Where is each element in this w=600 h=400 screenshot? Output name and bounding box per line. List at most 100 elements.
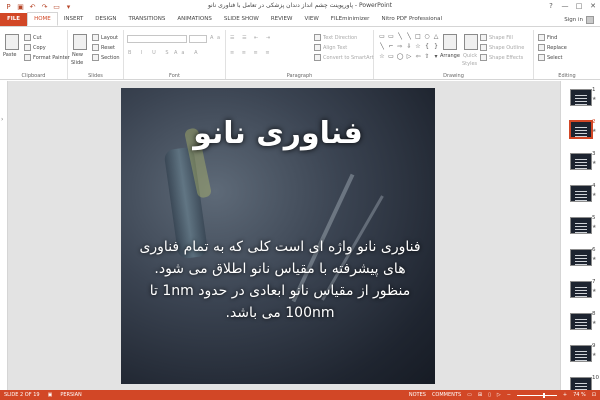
zoom-level[interactable]: 74 % xyxy=(573,392,586,398)
tab-file[interactable]: FILE xyxy=(0,13,28,26)
star-shape-icon[interactable]: ☆ xyxy=(378,52,386,61)
tab-design[interactable]: DESIGN xyxy=(89,13,122,26)
more-shapes-icon[interactable]: ▾ xyxy=(432,52,440,61)
arrow-shape-icon[interactable]: ⇨ xyxy=(396,42,404,51)
line-shape-icon[interactable]: ╲ xyxy=(405,32,413,41)
language-indicator[interactable]: PERSIAN xyxy=(60,392,81,398)
zoom-slider[interactable] xyxy=(516,392,557,398)
expand-panel-icon[interactable]: › xyxy=(1,116,3,123)
grow-font-icon[interactable]: A xyxy=(210,35,213,41)
format-painter-button[interactable]: Format Painter xyxy=(24,54,70,61)
font-size-field[interactable] xyxy=(189,35,207,43)
new-slide-button[interactable]: New xyxy=(72,52,83,58)
find-button[interactable]: Find xyxy=(538,34,557,41)
text-direction-button[interactable]: Text Direction xyxy=(314,34,357,41)
spellcheck-icon[interactable]: ▣ xyxy=(48,392,53,398)
cut-button[interactable]: Cut xyxy=(24,34,42,41)
oval-shape-icon[interactable]: ○ xyxy=(423,32,431,41)
shapes-gallery[interactable]: ▭ ▭ ╲ ╲ □ ○ △ ╲ ⌐ ⇨ ⇩ ☆ { } ☆ ▭ ◯ ▷ ⇦ ⇧ … xyxy=(378,32,438,62)
close-icon[interactable]: ✕ xyxy=(586,0,600,12)
convert-smartart-button[interactable]: Convert to SmartArt xyxy=(314,54,374,61)
rectangle-shape-icon[interactable]: □ xyxy=(414,32,422,41)
reset-button[interactable]: Reset xyxy=(92,44,115,51)
tab-view[interactable]: VIEW xyxy=(298,13,324,26)
oval-shape-icon[interactable]: ◯ xyxy=(396,52,404,61)
slide-thumbnail[interactable]: 9 ★ xyxy=(564,343,598,371)
reading-view-icon[interactable]: ▯ xyxy=(488,392,491,398)
fit-slide-icon[interactable]: ⊡ xyxy=(592,392,596,398)
align-buttons[interactable]: ≡ ≡ ≡ ≡ xyxy=(230,50,273,56)
paste-button[interactable]: Paste xyxy=(3,52,17,58)
slide-body-text[interactable]: فناوری نانو واژه ای است کلی که به تمام ف… xyxy=(139,236,421,324)
comments-button[interactable]: COMMENTS xyxy=(432,392,461,398)
arrow-shape-icon[interactable]: ⇦ xyxy=(414,52,422,61)
notes-button[interactable]: NOTES xyxy=(409,392,426,398)
tab-slide-show[interactable]: SLIDE SHOW xyxy=(218,13,265,26)
slide-thumbnail-selected[interactable]: 2 ★ xyxy=(564,119,598,147)
slide-thumbnail[interactable]: 1 ★ xyxy=(564,87,598,115)
quick-styles-button-2[interactable]: Styles xyxy=(462,61,477,67)
bracket-shape-icon[interactable]: } xyxy=(432,42,440,51)
select-button[interactable]: Select xyxy=(538,54,562,61)
slide-thumbnail[interactable]: 3 ★ xyxy=(564,151,598,179)
redo-icon[interactable]: ↷ xyxy=(40,2,49,11)
replace-button[interactable]: Replace xyxy=(538,44,567,51)
arrange-button[interactable]: Arrange xyxy=(440,53,460,59)
save-icon[interactable]: ▣ xyxy=(16,2,25,11)
slide-thumbnail[interactable]: 4 ★ xyxy=(564,183,598,211)
tab-animations[interactable]: ANIMATIONS xyxy=(171,13,218,26)
rectangle-shape-icon[interactable]: ▭ xyxy=(387,32,395,41)
sign-in[interactable]: Sign in xyxy=(564,16,594,24)
arrow-shape-icon[interactable]: ⇧ xyxy=(423,52,431,61)
slide-thumbnail[interactable]: 7 ★ xyxy=(564,279,598,307)
zoom-out-icon[interactable]: − xyxy=(507,392,511,398)
slide-thumbnail[interactable]: 10 xyxy=(564,375,599,390)
arrow-shape-icon[interactable]: ⇩ xyxy=(405,42,413,51)
shape-outline-button[interactable]: Shape Outline xyxy=(480,44,524,51)
shape-fill-button[interactable]: Shape Fill xyxy=(480,34,513,41)
undo-icon[interactable]: ↶ xyxy=(28,2,37,11)
slideshow-icon[interactable]: ▷ xyxy=(497,392,501,398)
slide-title[interactable]: فناوری نانو xyxy=(121,116,435,151)
copy-button[interactable]: Copy xyxy=(24,44,46,51)
slide-thumbnail[interactable]: 5 ★ xyxy=(564,215,598,243)
shape-effects-button[interactable]: Shape Effects xyxy=(480,54,523,61)
slide-editor[interactable]: فناوری نانو فناوری نانو واژه ای است کلی … xyxy=(8,81,560,390)
zoom-in-icon[interactable]: + xyxy=(563,392,567,398)
slide-thumbnail[interactable]: 6 ★ xyxy=(564,247,598,275)
tab-home[interactable]: HOME xyxy=(27,12,58,26)
rectangle-shape-icon[interactable]: ▭ xyxy=(378,32,386,41)
slide-sorter-icon[interactable]: ⊞ xyxy=(478,392,482,398)
font-format-buttons[interactable]: B I U S xyxy=(128,50,173,56)
list-buttons[interactable]: ☰ ☰ ⇤ ⇥ xyxy=(230,35,273,41)
section-button[interactable]: Section xyxy=(92,54,120,61)
line-shape-icon[interactable]: ╲ xyxy=(378,42,386,51)
line-shape-icon[interactable]: ╲ xyxy=(396,32,404,41)
star-shape-icon[interactable]: ☆ xyxy=(414,42,422,51)
tab-transitions[interactable]: TRANSITIONS xyxy=(122,13,171,26)
tab-insert[interactable]: INSERT xyxy=(58,13,89,26)
new-slide-button-2[interactable]: Slide xyxy=(71,60,83,66)
tab-fileminimizer[interactable]: FILEminimizer xyxy=(325,13,376,26)
layout-button[interactable]: Layout xyxy=(92,34,118,41)
maximize-icon[interactable]: □ xyxy=(572,0,586,12)
font-family-field[interactable] xyxy=(127,35,187,43)
quick-styles-button[interactable]: Quick xyxy=(463,53,477,59)
minimize-icon[interactable]: — xyxy=(558,0,572,12)
tab-review[interactable]: REVIEW xyxy=(265,13,299,26)
rectangle-shape-icon[interactable]: ▭ xyxy=(387,52,395,61)
bracket-shape-icon[interactable]: { xyxy=(423,42,431,51)
triangle-shape-icon[interactable]: ▷ xyxy=(405,52,413,61)
shrink-font-icon[interactable]: a xyxy=(217,35,220,41)
help-icon[interactable]: ? xyxy=(544,0,558,12)
align-text-button[interactable]: Align Text xyxy=(314,44,347,51)
line-shape-icon[interactable]: ⌐ xyxy=(387,42,395,51)
slide-thumbnail[interactable]: 8 ★ xyxy=(564,311,598,339)
tab-nitro-pdf[interactable]: Nitro PDF Professional xyxy=(375,13,448,26)
customize-icon[interactable]: ▾ xyxy=(64,2,73,11)
current-slide[interactable]: فناوری نانو فناوری نانو واژه ای است کلی … xyxy=(121,88,435,384)
triangle-shape-icon[interactable]: △ xyxy=(432,32,440,41)
font-color-buttons[interactable]: Aa A xyxy=(174,50,202,56)
present-icon[interactable]: ▭ xyxy=(52,2,61,11)
normal-view-icon[interactable]: ▭ xyxy=(467,392,472,398)
